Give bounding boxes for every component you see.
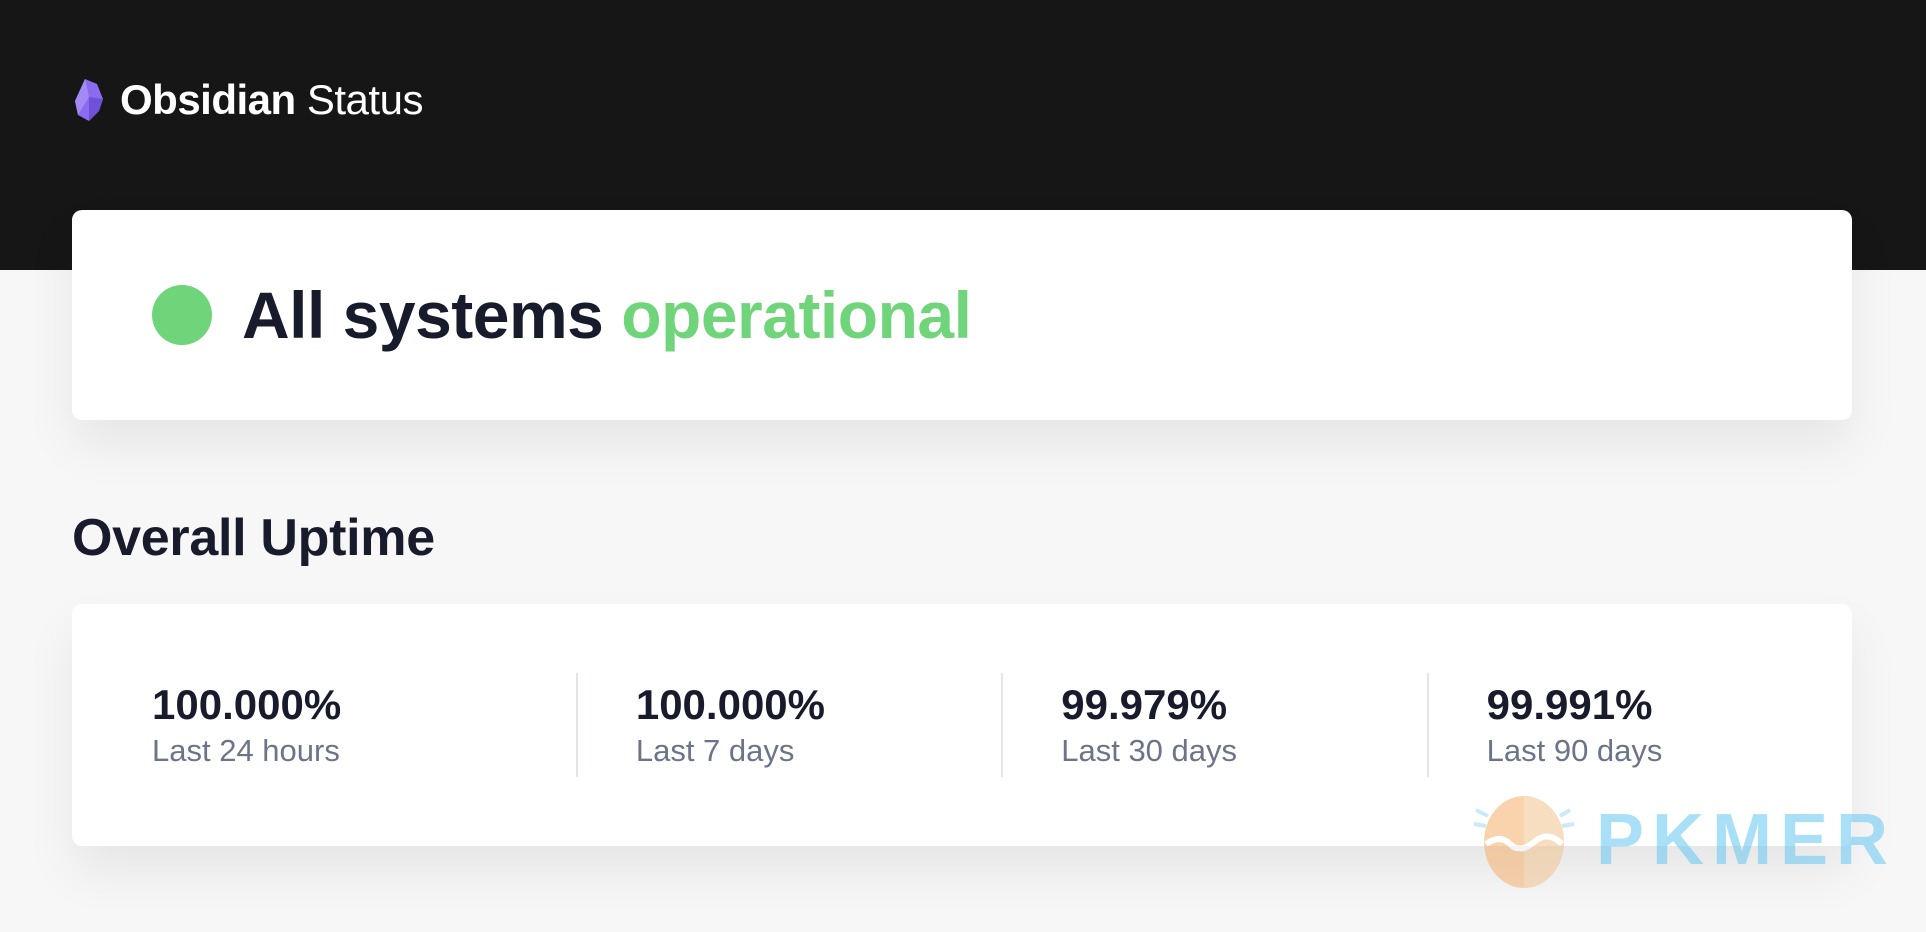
- brand-name-primary: Obsidian: [120, 76, 296, 123]
- uptime-metric-90d: 99.991% Last 90 days: [1426, 673, 1852, 777]
- brand-link[interactable]: Obsidian Status: [72, 74, 423, 126]
- status-indicator-dot: [152, 285, 212, 345]
- brand-name-suffix: Status: [306, 76, 424, 123]
- uptime-metric-30d: 99.979% Last 30 days: [1001, 673, 1426, 777]
- status-state: operational: [621, 278, 972, 352]
- status-headline: All systems operational: [242, 277, 972, 353]
- pkmer-egg-logo-icon: [1470, 790, 1578, 890]
- uptime-value: 99.979%: [1061, 680, 1228, 728]
- status-prefix: All systems: [242, 278, 604, 352]
- uptime-label: Last 90 days: [1486, 733, 1663, 769]
- uptime-value: 100.000%: [635, 680, 826, 728]
- uptime-label: Last 30 days: [1061, 733, 1238, 769]
- uptime-label: Last 24 hours: [152, 733, 340, 769]
- uptime-metric-24h: 100.000% Last 24 hours: [152, 673, 576, 777]
- pkmer-watermark: PKMER: [1470, 790, 1896, 890]
- system-status-card: All systems operational: [72, 210, 1852, 420]
- uptime-label: Last 7 days: [635, 733, 795, 769]
- pkmer-watermark-text: PKMER: [1596, 800, 1897, 880]
- uptime-value: 100.000%: [152, 680, 342, 728]
- uptime-section-title: Overall Uptime: [72, 509, 435, 567]
- uptime-value: 99.991%: [1486, 680, 1653, 728]
- brand-name: Obsidian Status: [120, 79, 423, 121]
- obsidian-logo-icon: [72, 77, 108, 123]
- uptime-metric-7d: 100.000% Last 7 days: [575, 673, 1001, 777]
